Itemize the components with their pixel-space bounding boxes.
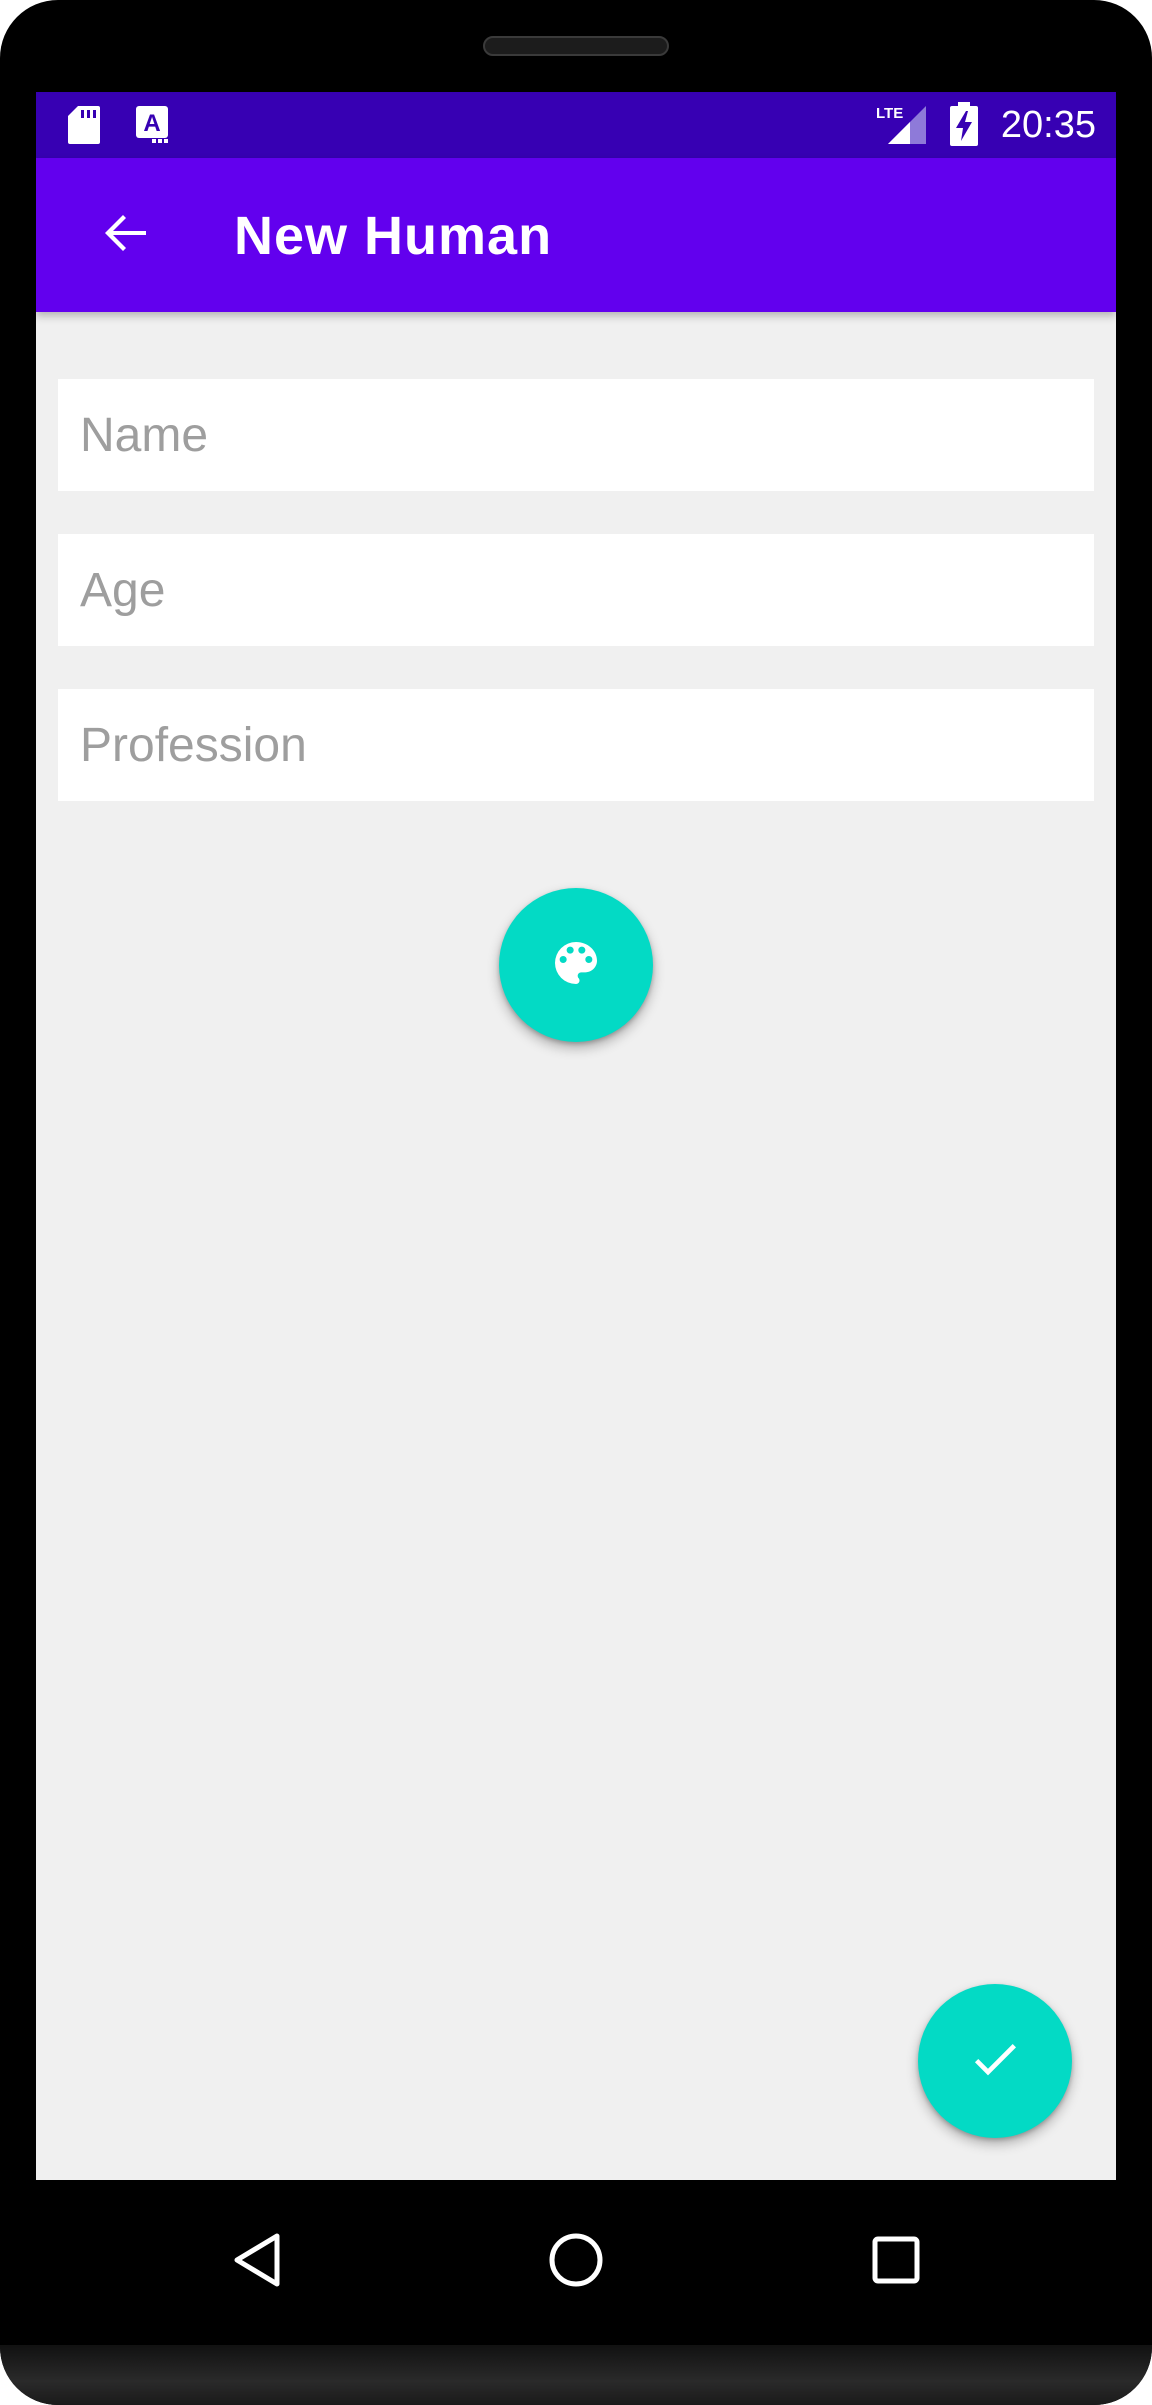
palette-icon [548, 935, 604, 996]
system-nav-bar [36, 2180, 1116, 2345]
nav-back-button[interactable] [207, 2212, 307, 2312]
age-field-container [58, 534, 1094, 646]
status-time: 20:35 [1000, 104, 1096, 146]
back-triangle-icon [231, 2232, 283, 2293]
save-button[interactable] [918, 1984, 1072, 2138]
check-icon [967, 2031, 1023, 2092]
status-bar: A LTE 20:35 [36, 92, 1116, 158]
profession-field[interactable] [58, 689, 1094, 801]
age-field[interactable] [58, 534, 1094, 646]
bottom-bezel [0, 2345, 1152, 2405]
nav-home-button[interactable] [526, 2212, 626, 2312]
sd-card-icon [68, 106, 100, 149]
text-a-icon: A [136, 106, 168, 149]
earpiece-speaker [483, 36, 669, 56]
nav-recents-button[interactable] [846, 2212, 946, 2312]
screen: A LTE 20:35 New Human Name Age Professio… [36, 92, 1116, 2180]
svg-text:LTE: LTE [876, 105, 903, 122]
name-field-container [58, 379, 1094, 491]
arrow-back-icon [102, 209, 150, 262]
back-button[interactable] [76, 185, 176, 285]
svg-text:A: A [143, 110, 160, 137]
recents-square-icon [871, 2235, 921, 2290]
name-field[interactable] [58, 379, 1094, 491]
battery-charging-icon [950, 102, 978, 151]
color-picker-button[interactable] [499, 888, 653, 1042]
profession-field-container [58, 689, 1094, 801]
app-bar: New Human [36, 158, 1116, 312]
home-circle-icon [548, 2232, 604, 2293]
lte-signal-icon: LTE [876, 104, 928, 151]
device-frame: A LTE 20:35 New Human Name Age Professio… [0, 0, 1152, 2405]
page-title: New Human [234, 206, 553, 266]
